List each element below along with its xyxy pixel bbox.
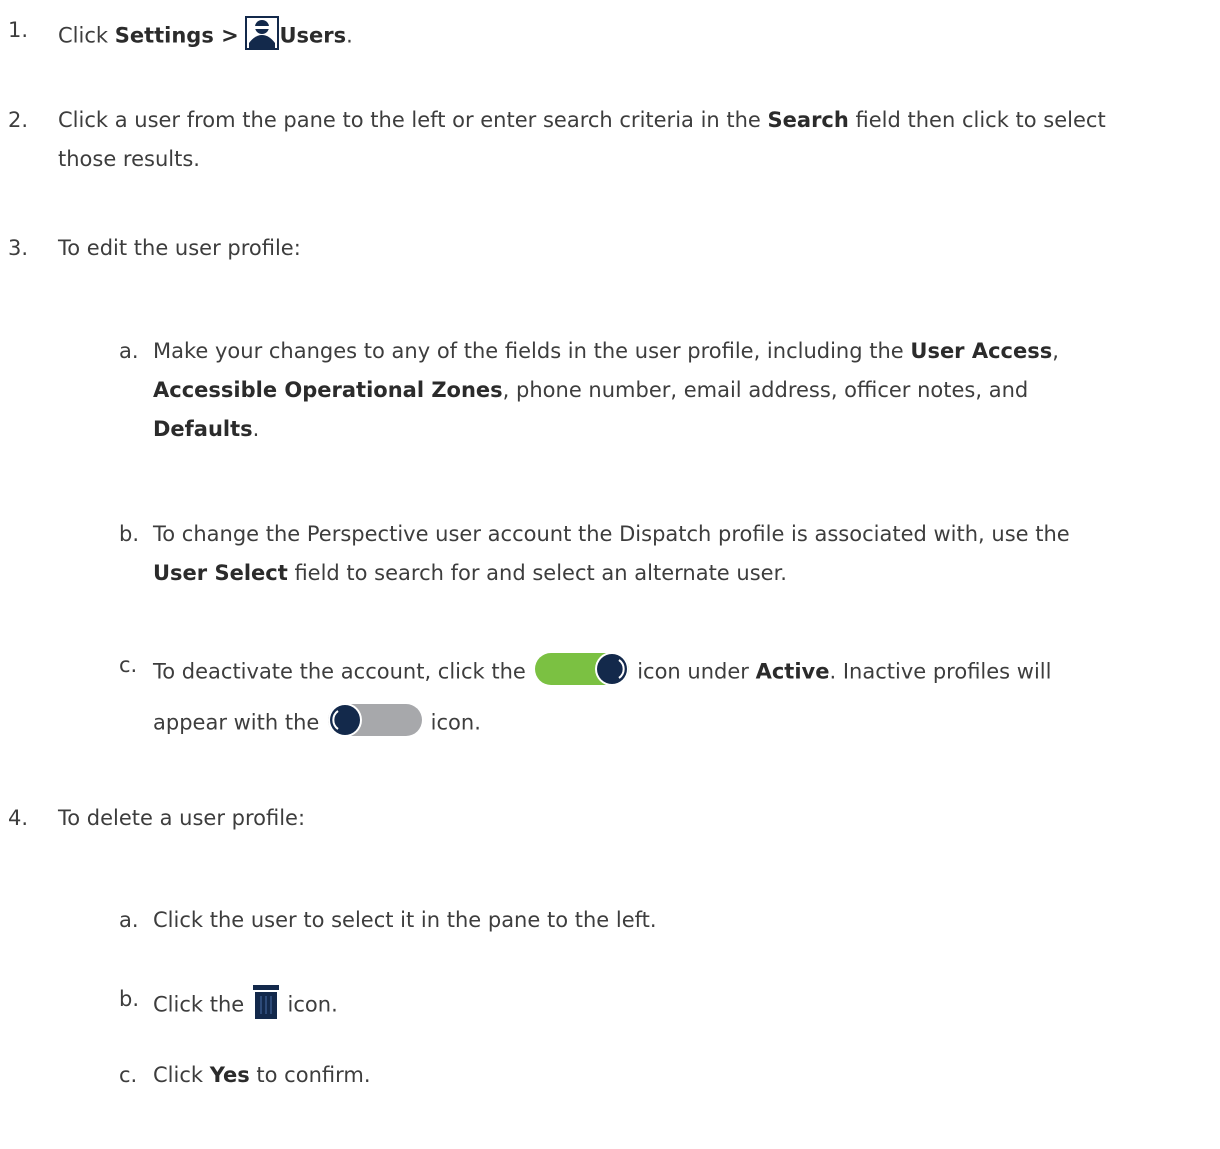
step-3-text: To edit the user profile: — [58, 236, 301, 260]
search-label: Search — [767, 108, 849, 132]
step-3a-line-1: Make your changes to any of the fields i… — [153, 339, 1059, 363]
step-4c-letter: c. — [119, 1063, 138, 1087]
user-access-label: User Access — [910, 339, 1053, 363]
step-4b-text: Click the icon. — [153, 985, 338, 1026]
step-3c-letter: c. — [119, 653, 138, 677]
accessible-zones-label: Accessible Operational Zones — [153, 378, 503, 402]
trash-icon — [251, 985, 281, 1026]
yes-label: Yes — [209, 1063, 250, 1087]
step-2-number: 2. — [8, 108, 29, 132]
user-select-label: User Select — [153, 561, 288, 585]
step-3c-line-1: To deactivate the account, click the ico… — [153, 651, 1051, 694]
step-3a-line-3: Defaults. — [153, 417, 260, 441]
step-4a-text: Click the user to select it in the pane … — [153, 908, 657, 932]
user-icon — [245, 16, 280, 57]
defaults-label: Defaults — [153, 417, 253, 441]
active-label: Active — [755, 659, 830, 684]
step-4a-letter: a. — [119, 908, 139, 932]
step-4-text: To delete a user profile: — [58, 806, 306, 830]
step-1-text: Click Settings > Users. — [58, 16, 353, 57]
step-4c-text: Click Yes to confirm. — [153, 1063, 371, 1087]
step-3c-line-2: appear with the icon. — [153, 702, 481, 745]
step-3b-line-1: To change the Perspective user account t… — [153, 522, 1070, 546]
step-2-line-2: those results. — [58, 147, 200, 171]
settings-label: Settings > — [114, 23, 239, 48]
toggle-on-icon — [533, 651, 631, 694]
step-3b-line-2: User Select field to search for and sele… — [153, 561, 787, 585]
step-3a-letter: a. — [119, 339, 139, 363]
step-1-number: 1. — [8, 18, 29, 42]
step-3a-line-2: Accessible Operational Zones, phone numb… — [153, 378, 1029, 402]
step-4-number: 4. — [8, 806, 29, 830]
step-3b-letter: b. — [119, 522, 140, 546]
instructions-page: 1. Click Settings > Users. 2. Click a us… — [0, 0, 1220, 1149]
step-3-number: 3. — [8, 236, 29, 260]
toggle-off-icon — [326, 702, 424, 745]
step-2-line-1: Click a user from the pane to the left o… — [58, 108, 1106, 132]
step-4b-letter: b. — [119, 987, 140, 1011]
users-label: Users — [279, 23, 347, 48]
